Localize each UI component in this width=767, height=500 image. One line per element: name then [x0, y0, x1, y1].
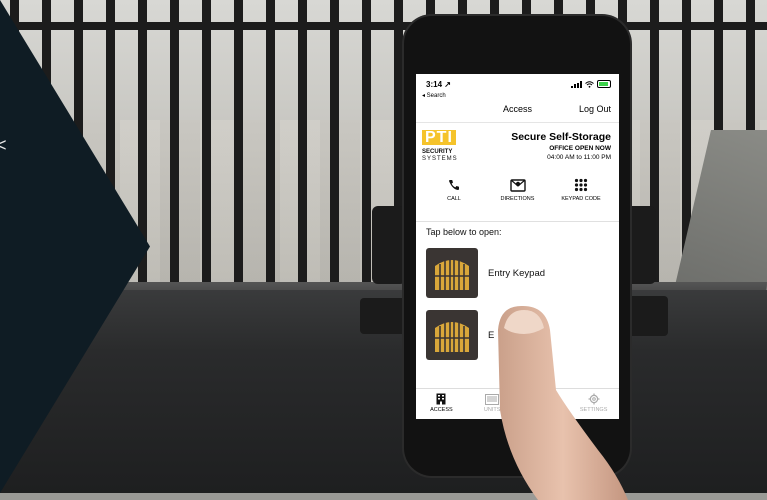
quick-actions: CALL DIRECTIONS KEYPAD CODE	[416, 173, 619, 222]
logo-pti-text: PTI	[422, 130, 456, 146]
map-icon	[509, 177, 526, 193]
logo-systems-text: SYSTEMS	[422, 156, 458, 162]
tab-access-label: ACCESS	[430, 407, 453, 413]
gate-label: Entry Keypad	[488, 267, 546, 279]
keypad-icon	[574, 177, 588, 193]
photo-background: <	[0, 0, 767, 493]
fence-bar	[362, 0, 371, 300]
fence-bar	[234, 0, 243, 300]
keypad-code-label: KEYPAD CODE	[561, 196, 601, 202]
office-status: OFFICE OPEN NOW	[549, 145, 611, 152]
directions-label: DIRECTIONS	[500, 196, 535, 202]
phone-mount-base-right	[628, 296, 668, 336]
keypad-code-button[interactable]: KEYPAD CODE	[551, 173, 611, 221]
logo-security-text: SECURITY	[422, 149, 453, 155]
fence-bar	[202, 0, 211, 300]
navbar: Access Log Out	[416, 100, 619, 123]
gate-icon	[426, 310, 478, 360]
pti-logo: PTI SECURITY SYSTEMS	[422, 129, 470, 163]
office-hours: 04:00 AM to 11:00 PM	[547, 154, 611, 161]
fence-bar	[266, 0, 275, 300]
wifi-icon	[585, 80, 594, 88]
phone-mount-base	[360, 298, 408, 334]
facility-info: Secure Self-Storage OFFICE OPEN NOW 04:0…	[511, 131, 611, 161]
gate-icon	[426, 248, 478, 298]
fence-bar	[298, 0, 307, 300]
facility-name: Secure Self-Storage	[511, 131, 611, 143]
battery-icon	[597, 80, 611, 88]
status-bar: 3:14 ↗	[416, 74, 619, 92]
status-icons	[571, 80, 611, 88]
call-button[interactable]: CALL	[424, 173, 484, 221]
phone-mount-right	[626, 206, 656, 284]
directions-button[interactable]: DIRECTIONS	[488, 173, 548, 221]
tap-instruction: Tap below to open:	[426, 227, 502, 237]
pointing-finger	[498, 305, 628, 500]
phone-mount-left	[372, 206, 406, 284]
logout-button[interactable]: Log Out	[579, 104, 611, 114]
tab-access[interactable]: ACCESS	[417, 389, 465, 419]
back-to-search-link[interactable]: ◂ Search	[416, 92, 619, 100]
signal-icon	[571, 80, 582, 88]
panel-glyph: <	[0, 135, 7, 155]
call-label: CALL	[447, 196, 461, 202]
fence-bar	[170, 0, 179, 300]
facility-header: PTI SECURITY SYSTEMS Secure Self-Storage…	[416, 123, 619, 173]
building-icon	[436, 393, 446, 405]
gate-entry-keypad[interactable]: Entry Keypad	[416, 242, 619, 304]
phone-icon	[448, 177, 460, 193]
fence-bar	[330, 0, 339, 300]
status-time: 3:14 ↗	[426, 79, 451, 89]
